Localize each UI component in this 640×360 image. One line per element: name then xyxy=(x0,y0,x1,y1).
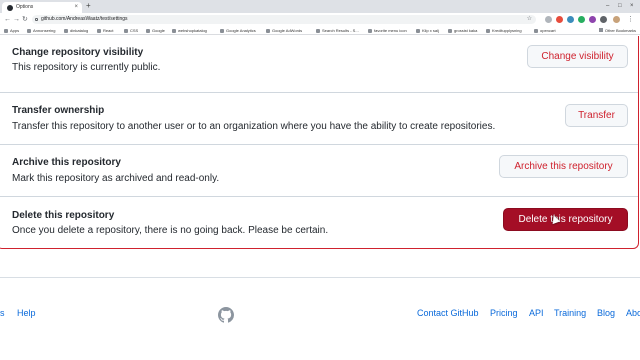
row-divider xyxy=(0,196,638,197)
close-tab-icon[interactable]: × xyxy=(74,2,78,13)
bookmark-favicon-icon xyxy=(64,28,68,33)
github-logo-icon[interactable] xyxy=(218,307,234,323)
extension-icon[interactable] xyxy=(556,16,563,23)
bookmark-item[interactable]: Google Analytics xyxy=(220,26,256,35)
footer-link-pricing[interactable]: Pricing xyxy=(490,308,518,318)
bookmark-favicon-icon xyxy=(534,28,538,33)
bookmark-favicon-icon xyxy=(416,28,420,33)
bookmark-item[interactable]: webshopkatalog xyxy=(172,26,207,35)
change-visibility-button[interactable]: Change visibility xyxy=(527,45,628,68)
bookmark-favicon-icon xyxy=(266,28,270,33)
footer-link-training[interactable]: Training xyxy=(554,308,586,318)
bookmark-item[interactable]: Kreditupplysning xyxy=(486,26,522,35)
bookmark-favicon-icon xyxy=(172,28,176,33)
github-favicon-icon xyxy=(7,5,13,11)
extension-icon[interactable] xyxy=(578,16,585,23)
footer-link-blog[interactable]: Blog xyxy=(597,308,615,318)
bookmark-item[interactable]: opencart xyxy=(534,26,556,35)
row-divider xyxy=(0,144,638,145)
extensions-puzzle-icon[interactable] xyxy=(600,16,607,23)
footer-link-about[interactable]: Abo xyxy=(626,308,640,318)
url-text: github.com/AndreasWaatz/test/settings xyxy=(41,16,128,22)
minimize-icon[interactable]: – xyxy=(606,3,612,9)
bookmark-favicon-icon xyxy=(486,28,490,33)
bookmark-item[interactable]: Klip x salj xyxy=(416,26,439,35)
bookmark-star-icon[interactable]: ☆ xyxy=(527,15,532,24)
footer-link-contact[interactable]: Contact GitHub xyxy=(417,308,479,318)
delete-repository-description: Once you delete a repository, there is n… xyxy=(12,225,329,236)
footer-link-help[interactable]: Help xyxy=(17,308,36,318)
extension-icon[interactable] xyxy=(567,16,574,23)
bookmark-favicon-icon xyxy=(448,28,452,33)
bookmark-item[interactable]: Google AdWords xyxy=(266,26,302,35)
bookmark-favicon-icon xyxy=(316,28,320,33)
tab-title: Options xyxy=(16,4,34,10)
transfer-ownership-description: Transfer this repository to another user… xyxy=(12,121,496,132)
bookmark-item[interactable]: favorite menu icon xyxy=(368,26,407,35)
browser-tab-bar: Options × + – □ × xyxy=(0,0,640,13)
profile-avatar[interactable] xyxy=(613,16,620,23)
bookmark-favicon-icon xyxy=(124,28,128,33)
extension-icon[interactable] xyxy=(589,16,596,23)
delete-repository-title: Delete this repository xyxy=(12,210,115,221)
footer-divider xyxy=(0,277,640,278)
window-close-icon[interactable]: × xyxy=(630,3,636,9)
address-bar-row: ← → ↻ github.com/AndreasWaatz/test/setti… xyxy=(0,13,640,26)
bookmark-item[interactable]: React xyxy=(97,26,113,35)
footer-link-api[interactable]: API xyxy=(529,308,544,318)
row-divider xyxy=(0,92,638,93)
delete-repository-button[interactable]: Delete this repository xyxy=(503,208,628,231)
bookmarks-bar: Apps Annonsering dinkatalog React CSS Go… xyxy=(0,26,640,35)
back-icon[interactable]: ← xyxy=(4,15,11,24)
bookmark-favicon-icon xyxy=(27,28,31,33)
bookmark-favicon-icon xyxy=(220,28,224,33)
apps-icon xyxy=(4,28,8,33)
bookmark-item[interactable]: grossist kaka xyxy=(448,26,477,35)
bookmark-favicon-icon xyxy=(97,28,101,33)
bookmark-favicon-icon xyxy=(368,28,372,33)
new-tab-button[interactable]: + xyxy=(86,1,91,10)
footer-link[interactable]: s xyxy=(0,308,5,318)
browser-menu-icon[interactable]: ⋮ xyxy=(627,15,634,24)
bookmark-item[interactable]: dinkatalog xyxy=(64,26,88,35)
extension-icon[interactable] xyxy=(545,16,552,23)
forward-icon[interactable]: → xyxy=(13,15,20,24)
bookmark-item[interactable]: Google xyxy=(146,26,165,35)
danger-zone-box: Change repository visibility This reposi… xyxy=(0,36,639,249)
change-visibility-title: Change repository visibility xyxy=(12,47,144,58)
archive-repository-button[interactable]: Archive this repository xyxy=(499,155,628,178)
transfer-button[interactable]: Transfer xyxy=(565,104,628,127)
change-visibility-description: This repository is currently public. xyxy=(12,62,161,73)
browser-tab[interactable]: Options × xyxy=(2,2,82,13)
bookmark-favicon-icon xyxy=(146,28,150,33)
reload-icon[interactable]: ↻ xyxy=(22,15,28,24)
transfer-ownership-title: Transfer ownership xyxy=(12,105,105,116)
maximize-icon[interactable]: □ xyxy=(618,3,624,9)
other-bookmarks[interactable]: Other Bookmarks xyxy=(598,26,636,35)
bookmark-item[interactable]: Search Results - S... xyxy=(316,26,359,35)
url-input[interactable]: github.com/AndreasWaatz/test/settings ☆ xyxy=(32,15,536,24)
bookmark-item[interactable]: Apps xyxy=(4,26,19,35)
bookmark-item[interactable]: CSS xyxy=(124,26,138,35)
archive-repository-description: Mark this repository as archived and rea… xyxy=(12,173,220,184)
folder-icon xyxy=(598,28,603,32)
lock-icon xyxy=(35,18,38,21)
archive-repository-title: Archive this repository xyxy=(12,157,121,168)
bookmark-item[interactable]: Annonsering xyxy=(27,26,55,35)
